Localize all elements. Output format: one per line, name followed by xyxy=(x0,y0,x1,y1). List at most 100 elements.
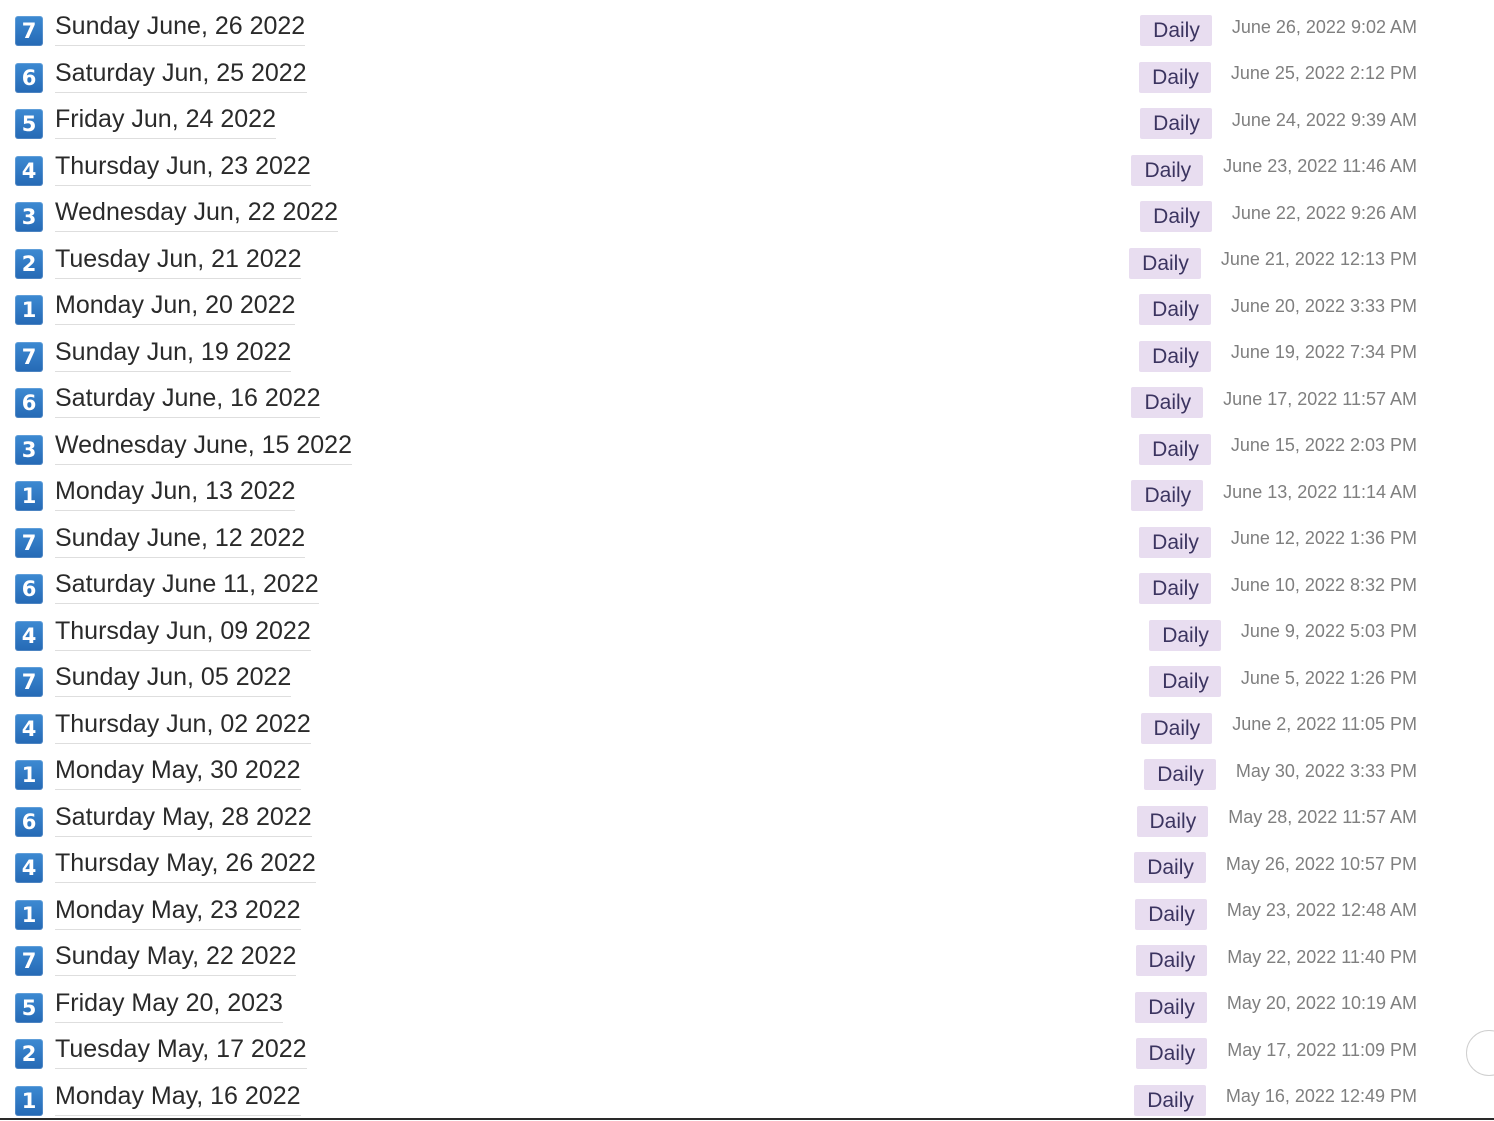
entry-timestamp: May 28, 2022 11:57 AM xyxy=(1228,805,1417,829)
category-badge[interactable]: Daily xyxy=(1139,434,1211,465)
list-item[interactable]: 1 Monday Jun, 20 2022 Daily June 20, 202… xyxy=(0,284,1494,331)
entry-title[interactable]: Thursday Jun, 23 2022 xyxy=(55,152,311,186)
list-item[interactable]: 2 Tuesday May, 17 2022 Daily May 17, 202… xyxy=(0,1028,1494,1075)
entry-meta: Daily June 26, 2022 9:02 AM xyxy=(1140,15,1417,46)
weekday-number-icon: 1 xyxy=(15,760,43,790)
category-badge[interactable]: Daily xyxy=(1136,1038,1208,1069)
list-item[interactable]: 6 Saturday June 11, 2022 Daily June 10, … xyxy=(0,563,1494,610)
entry-meta: Daily June 15, 2022 2:03 PM xyxy=(1139,434,1417,465)
entry-title[interactable]: Sunday June, 12 2022 xyxy=(55,524,305,558)
entry-meta: Daily June 17, 2022 11:57 AM xyxy=(1131,387,1417,418)
entry-title[interactable]: Sunday Jun, 19 2022 xyxy=(55,338,291,372)
entry-title[interactable]: Sunday Jun, 05 2022 xyxy=(55,663,291,697)
category-badge[interactable]: Daily xyxy=(1149,620,1221,651)
entry-timestamp: June 5, 2022 1:26 PM xyxy=(1241,666,1417,690)
category-badge[interactable]: Daily xyxy=(1139,573,1211,604)
category-badge[interactable]: Daily xyxy=(1137,806,1209,837)
category-badge[interactable]: Daily xyxy=(1139,62,1211,93)
entry-meta: Daily May 20, 2022 10:19 AM xyxy=(1135,992,1417,1023)
list-item[interactable]: 5 Friday May 20, 2023 Daily May 20, 2022… xyxy=(0,982,1494,1029)
entry-title[interactable]: Saturday June, 16 2022 xyxy=(55,384,320,418)
list-item[interactable]: 4 Thursday May, 26 2022 Daily May 26, 20… xyxy=(0,842,1494,889)
entry-title[interactable]: Saturday Jun, 25 2022 xyxy=(55,59,307,93)
list-item[interactable]: 2 Tuesday Jun, 21 2022 Daily June 21, 20… xyxy=(0,238,1494,285)
category-badge[interactable]: Daily xyxy=(1144,759,1216,790)
list-item[interactable]: 6 Saturday May, 28 2022 Daily May 28, 20… xyxy=(0,796,1494,843)
category-badge[interactable]: Daily xyxy=(1134,1085,1206,1116)
entry-title[interactable]: Monday Jun, 20 2022 xyxy=(55,291,295,325)
category-badge[interactable]: Daily xyxy=(1136,945,1208,976)
list-item[interactable]: 7 Sunday June, 26 2022 Daily June 26, 20… xyxy=(0,5,1494,52)
weekday-number-icon: 3 xyxy=(15,202,43,232)
entry-timestamp: June 12, 2022 1:36 PM xyxy=(1231,526,1417,550)
entry-timestamp: May 16, 2022 12:49 PM xyxy=(1226,1084,1417,1108)
weekday-number-icon: 4 xyxy=(15,621,43,651)
list-item[interactable]: 1 Monday May, 16 2022 Daily May 16, 2022… xyxy=(0,1075,1494,1121)
category-badge[interactable]: Daily xyxy=(1135,899,1207,930)
list-item[interactable]: 6 Saturday June, 16 2022 Daily June 17, … xyxy=(0,377,1494,424)
list-item[interactable]: 3 Wednesday Jun, 22 2022 Daily June 22, … xyxy=(0,191,1494,238)
entry-title[interactable]: Monday May, 30 2022 xyxy=(55,756,301,790)
weekday-number-icon: 1 xyxy=(15,481,43,511)
category-badge[interactable]: Daily xyxy=(1129,248,1201,279)
list-item[interactable]: 7 Sunday June, 12 2022 Daily June 12, 20… xyxy=(0,517,1494,564)
entry-timestamp: May 17, 2022 11:09 PM xyxy=(1227,1038,1417,1062)
entry-timestamp: June 24, 2022 9:39 AM xyxy=(1232,108,1417,132)
list-item[interactable]: 1 Monday May, 23 2022 Daily May 23, 2022… xyxy=(0,889,1494,936)
weekday-number-icon: 5 xyxy=(15,109,43,139)
category-badge[interactable]: Daily xyxy=(1140,108,1212,139)
list-item[interactable]: 4 Thursday Jun, 02 2022 Daily June 2, 20… xyxy=(0,703,1494,750)
entry-title[interactable]: Thursday Jun, 02 2022 xyxy=(55,710,311,744)
list-item[interactable]: 4 Thursday Jun, 09 2022 Daily June 9, 20… xyxy=(0,610,1494,657)
entry-title[interactable]: Tuesday Jun, 21 2022 xyxy=(55,245,301,279)
list-item[interactable]: 3 Wednesday June, 15 2022 Daily June 15,… xyxy=(0,424,1494,471)
entry-title[interactable]: Friday Jun, 24 2022 xyxy=(55,105,276,139)
list-item[interactable]: 1 Monday May, 30 2022 Daily May 30, 2022… xyxy=(0,749,1494,796)
entry-timestamp: May 30, 2022 3:33 PM xyxy=(1236,759,1417,783)
entry-timestamp: June 15, 2022 2:03 PM xyxy=(1231,433,1417,457)
entry-timestamp: June 20, 2022 3:33 PM xyxy=(1231,294,1417,318)
entry-timestamp: June 21, 2022 12:13 PM xyxy=(1221,247,1417,271)
weekday-number-icon: 4 xyxy=(15,714,43,744)
list-item[interactable]: 5 Friday Jun, 24 2022 Daily June 24, 202… xyxy=(0,98,1494,145)
entry-title[interactable]: Thursday Jun, 09 2022 xyxy=(55,617,311,651)
category-badge[interactable]: Daily xyxy=(1141,713,1213,744)
entry-meta: Daily May 26, 2022 10:57 PM xyxy=(1134,852,1417,883)
category-badge[interactable]: Daily xyxy=(1140,201,1212,232)
entry-title[interactable]: Saturday May, 28 2022 xyxy=(55,803,312,837)
entry-title[interactable]: Monday May, 23 2022 xyxy=(55,896,301,930)
entry-title[interactable]: Wednesday June, 15 2022 xyxy=(55,431,352,465)
entry-timestamp: June 10, 2022 8:32 PM xyxy=(1231,573,1417,597)
list-item[interactable]: 1 Monday Jun, 13 2022 Daily June 13, 202… xyxy=(0,470,1494,517)
entry-title[interactable]: Saturday June 11, 2022 xyxy=(55,570,319,604)
entry-title[interactable]: Friday May 20, 2023 xyxy=(55,989,283,1023)
category-badge[interactable]: Daily xyxy=(1131,480,1203,511)
entry-meta: Daily June 5, 2022 1:26 PM xyxy=(1149,666,1417,697)
entry-meta: Daily May 22, 2022 11:40 PM xyxy=(1136,945,1417,976)
entry-title[interactable]: Thursday May, 26 2022 xyxy=(55,849,316,883)
weekday-number-icon: 2 xyxy=(15,1039,43,1069)
entry-title[interactable]: Monday Jun, 13 2022 xyxy=(55,477,295,511)
entry-title[interactable]: Sunday June, 26 2022 xyxy=(55,12,305,46)
category-badge[interactable]: Daily xyxy=(1131,387,1203,418)
category-badge[interactable]: Daily xyxy=(1139,341,1211,372)
category-badge[interactable]: Daily xyxy=(1149,666,1221,697)
entry-timestamp: June 9, 2022 5:03 PM xyxy=(1241,619,1417,643)
list-item[interactable]: 7 Sunday Jun, 19 2022 Daily June 19, 202… xyxy=(0,331,1494,378)
entry-timestamp: May 20, 2022 10:19 AM xyxy=(1227,991,1417,1015)
entry-timestamp: May 26, 2022 10:57 PM xyxy=(1226,852,1417,876)
list-item[interactable]: 7 Sunday Jun, 05 2022 Daily June 5, 2022… xyxy=(0,656,1494,703)
entry-title[interactable]: Tuesday May, 17 2022 xyxy=(55,1035,307,1069)
entry-title[interactable]: Sunday May, 22 2022 xyxy=(55,942,296,976)
list-item[interactable]: 6 Saturday Jun, 25 2022 Daily June 25, 2… xyxy=(0,52,1494,99)
category-badge[interactable]: Daily xyxy=(1134,852,1206,883)
entry-title[interactable]: Wednesday Jun, 22 2022 xyxy=(55,198,338,232)
category-badge[interactable]: Daily xyxy=(1135,992,1207,1023)
entry-title[interactable]: Monday May, 16 2022 xyxy=(55,1082,301,1116)
category-badge[interactable]: Daily xyxy=(1140,15,1212,46)
list-item[interactable]: 4 Thursday Jun, 23 2022 Daily June 23, 2… xyxy=(0,145,1494,192)
category-badge[interactable]: Daily xyxy=(1139,294,1211,325)
list-item[interactable]: 7 Sunday May, 22 2022 Daily May 22, 2022… xyxy=(0,935,1494,982)
category-badge[interactable]: Daily xyxy=(1131,155,1203,186)
category-badge[interactable]: Daily xyxy=(1139,527,1211,558)
